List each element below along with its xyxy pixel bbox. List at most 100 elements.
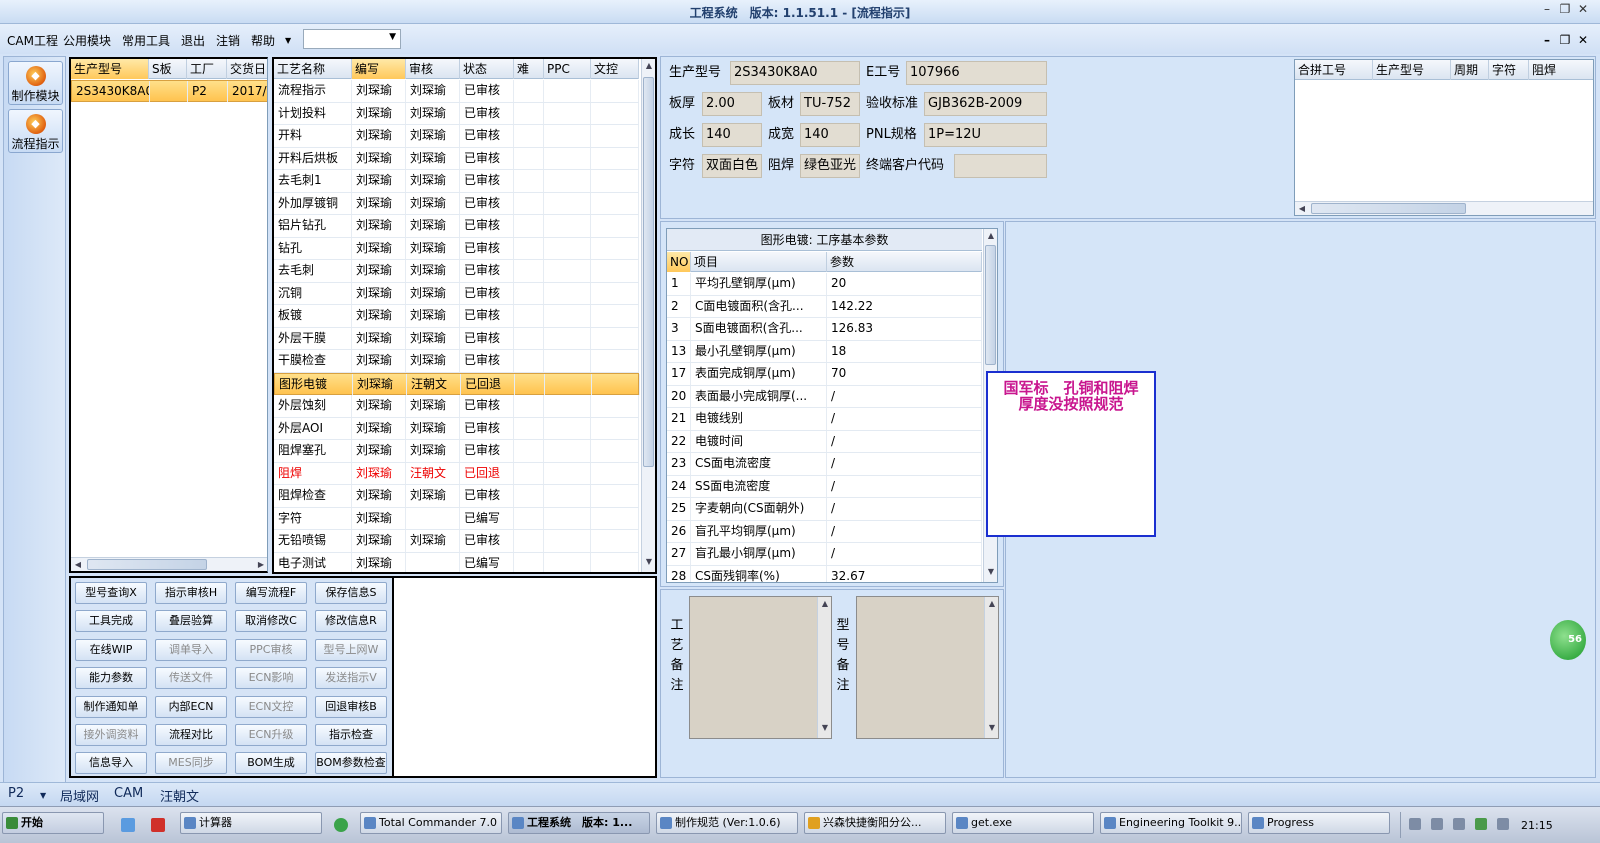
- menu-help[interactable]: 帮助: [251, 32, 275, 49]
- process-row[interactable]: 板镀 刘琛瑜 刘琛瑜 已审核: [274, 305, 639, 328]
- network-globe-icon[interactable]: 56: [1550, 620, 1586, 660]
- field-material[interactable]: TU-752: [800, 92, 860, 116]
- maximize-icon[interactable]: ❐: [1556, 2, 1574, 16]
- field-eno[interactable]: 107966: [906, 61, 1047, 85]
- combine-grid-col-header[interactable]: 生产型号: [1373, 60, 1451, 80]
- process-grid-col-header[interactable]: 状态: [460, 59, 514, 79]
- scroll-down-icon[interactable]: ▼: [985, 723, 999, 732]
- process-grid-col-header[interactable]: 编写: [352, 59, 406, 79]
- param-row[interactable]: 28 CS面残铜率(%) 32.67: [667, 565, 982, 582]
- process-row[interactable]: 外层AOI 刘琛瑜 刘琛瑜 已审核: [274, 417, 639, 440]
- process-row[interactable]: 计划投料 刘琛瑜 刘琛瑜 已审核: [274, 102, 639, 125]
- process-row[interactable]: 外加厚镀铜 刘琛瑜 刘琛瑜 已审核: [274, 192, 639, 215]
- combine-hscroll-thumb[interactable]: [1311, 203, 1466, 214]
- combine-grid-col-header[interactable]: 合拼工号: [1295, 60, 1373, 80]
- param-row[interactable]: 22 电镀时间 /: [667, 430, 982, 453]
- quicklaunch-desktop-icon[interactable]: [121, 818, 135, 832]
- scroll-up-icon[interactable]: ▲: [985, 599, 999, 608]
- function-button[interactable]: 调单导入: [155, 638, 227, 661]
- function-button[interactable]: 内部ECN: [155, 695, 227, 718]
- process-row[interactable]: 电子测试 刘琛瑜 已编写: [274, 552, 639, 572]
- chevron-down-icon[interactable]: ▼: [40, 791, 46, 800]
- process-grid-col-header[interactable]: 审核: [406, 59, 460, 79]
- function-button[interactable]: ECN升级: [235, 724, 307, 746]
- scroll-up-icon[interactable]: ▲: [642, 61, 655, 70]
- menu-exit[interactable]: 退出: [181, 32, 205, 49]
- param-row[interactable]: 17 表面完成铜厚(μm) 70: [667, 363, 982, 386]
- field-width[interactable]: 140: [800, 123, 860, 147]
- function-button[interactable]: 回退审核B: [315, 695, 387, 718]
- model-remark-box[interactable]: ▲ ▼: [856, 596, 999, 739]
- process-row[interactable]: 干膜检查 刘琛瑜 刘琛瑜 已审核: [274, 350, 639, 373]
- function-button[interactable]: 能力参数: [75, 667, 147, 690]
- field-length[interactable]: 140: [702, 123, 762, 147]
- process-row[interactable]: 去毛刺 刘琛瑜 刘琛瑜 已审核: [274, 260, 639, 283]
- function-button[interactable]: MES同步: [155, 752, 227, 775]
- param-row[interactable]: 1 平均孔壁铜厚(μm) 20: [667, 273, 982, 296]
- process-row[interactable]: 无铅喷锡 刘琛瑜 刘琛瑜 已审核: [274, 530, 639, 553]
- tray-keyboard-icon[interactable]: [1453, 818, 1465, 830]
- process-row[interactable]: 钻孔 刘琛瑜 刘琛瑜 已审核: [274, 237, 639, 260]
- function-button[interactable]: 型号查询X: [75, 582, 147, 604]
- quicklaunch-pdf-icon[interactable]: [151, 818, 165, 832]
- process-row[interactable]: 字符 刘琛瑜 已编写: [274, 507, 639, 530]
- param-row[interactable]: 25 字麦朝向(CS面朝外) /: [667, 498, 982, 521]
- field-char[interactable]: 双面白色: [702, 154, 762, 178]
- scroll-right-icon[interactable]: ▶: [254, 560, 267, 569]
- tray-app-icon[interactable]: [1497, 818, 1509, 830]
- param-row[interactable]: 2 C面电镀面积(含孔... 142.22: [667, 295, 982, 318]
- function-button[interactable]: ECN影响: [235, 667, 307, 690]
- process-row[interactable]: 外层干膜 刘琛瑜 刘琛瑜 已审核: [274, 327, 639, 350]
- process-row[interactable]: 去毛刺1 刘琛瑜 刘琛瑜 已审核: [274, 170, 639, 193]
- scroll-up-icon[interactable]: ▲: [984, 231, 997, 240]
- function-button[interactable]: 流程对比: [155, 724, 227, 746]
- child-close-icon[interactable]: ✕: [1574, 33, 1592, 47]
- field-standard[interactable]: GJB362B-2009: [924, 92, 1047, 116]
- process-row[interactable]: 阻焊 刘琛瑜 汪朝文 已回退: [274, 462, 639, 485]
- function-button[interactable]: 制作通知单: [75, 695, 147, 718]
- param-row[interactable]: 26 盲孔平均铜厚(μm) /: [667, 520, 982, 543]
- menu-dropdown-icon[interactable]: ▼: [285, 36, 291, 45]
- product-grid-col-header[interactable]: 工厂: [187, 59, 227, 79]
- function-button[interactable]: 保存信息S: [315, 582, 387, 604]
- tray-security-icon[interactable]: [1475, 818, 1487, 830]
- function-button[interactable]: 指示检查: [315, 724, 387, 746]
- process-grid-col-header[interactable]: 文控: [591, 59, 639, 79]
- field-model[interactable]: 2S3430K8A0: [730, 61, 860, 85]
- process-row[interactable]: 图形电镀 刘琛瑜 汪朝文 已回退: [274, 372, 640, 395]
- menu-tools[interactable]: 常用工具: [122, 32, 170, 49]
- scroll-down-icon[interactable]: ▼: [642, 557, 655, 566]
- function-button[interactable]: ECN文控: [235, 695, 307, 718]
- function-button[interactable]: 修改信息R: [315, 610, 387, 633]
- function-button[interactable]: 在线WIP: [75, 638, 147, 661]
- process-vscroll-thumb[interactable]: [643, 77, 654, 467]
- menu-cam[interactable]: CAM工程: [7, 32, 58, 49]
- product-hscroll[interactable]: ◀ ▶: [71, 557, 267, 571]
- menu-common-modules[interactable]: 公用模块: [63, 32, 111, 49]
- process-grid-col-header[interactable]: PPC: [544, 59, 591, 79]
- param-row[interactable]: 3 S面电镀面积(含孔... 126.83: [667, 318, 982, 341]
- nav-make-module[interactable]: ◆ 制作模块: [8, 61, 63, 105]
- process-grid-col-header[interactable]: 工艺名称: [274, 59, 352, 79]
- plant-select[interactable]: P2: [8, 786, 24, 801]
- function-button[interactable]: 传送文件: [155, 667, 227, 690]
- function-button[interactable]: 编写流程F: [235, 582, 307, 604]
- model-remark-vscroll[interactable]: ▲ ▼: [984, 597, 998, 738]
- function-button[interactable]: 工具完成: [75, 610, 147, 633]
- param-row[interactable]: 20 表面最小完成铜厚(... /: [667, 385, 982, 408]
- minimize-icon[interactable]: –: [1538, 2, 1556, 16]
- close-icon[interactable]: ✕: [1574, 2, 1592, 16]
- process-row[interactable]: 流程指示 刘琛瑜 刘琛瑜 已审核: [274, 80, 639, 103]
- function-button[interactable]: 型号上网W: [315, 638, 387, 661]
- process-row[interactable]: 阻焊检查 刘琛瑜 刘琛瑜 已审核: [274, 485, 639, 508]
- product-grid-col-header[interactable]: 生产型号: [71, 59, 149, 79]
- scroll-down-icon[interactable]: ▼: [818, 723, 832, 732]
- combine-grid-col-header[interactable]: 周期: [1451, 60, 1489, 80]
- function-button[interactable]: PPC审核: [235, 638, 307, 661]
- param-row[interactable]: 23 CS面电流密度 /: [667, 453, 982, 476]
- task-spec[interactable]: 制作规范 (Ver:1.0.6): [656, 812, 798, 834]
- function-button[interactable]: 叠层验算: [155, 610, 227, 633]
- function-button[interactable]: 指示审核H: [155, 582, 227, 604]
- field-pnl[interactable]: 1P=12U: [924, 123, 1047, 147]
- process-row[interactable]: 外层蚀刻 刘琛瑜 刘琛瑜 已审核: [274, 395, 639, 418]
